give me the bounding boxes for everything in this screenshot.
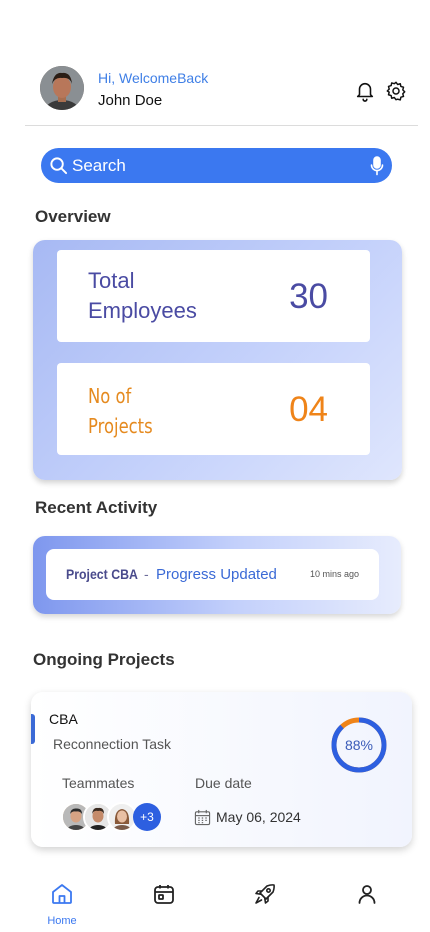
rocket-icon xyxy=(255,884,275,904)
ongoing-projects-title: Ongoing Projects xyxy=(33,650,175,669)
search-input[interactable] xyxy=(72,148,362,183)
header-divider xyxy=(25,125,418,126)
greeting: Hi, WelcomeBack xyxy=(98,70,209,86)
project-card[interactable]: CBA Reconnection Task 88% Teammates Due … xyxy=(31,692,412,847)
total-employees-label-line2: Employees xyxy=(88,298,197,323)
home-icon xyxy=(52,884,72,904)
teammates-label: Teammates xyxy=(62,775,135,791)
activity-time: 10 mins ago xyxy=(310,569,360,579)
recent-activity-title: Recent Activity xyxy=(35,498,158,517)
extra-teammates-badge[interactable]: +3 xyxy=(133,803,161,831)
search-bar[interactable] xyxy=(41,148,392,183)
projects-count-card[interactable]: No of Projects 04 xyxy=(57,363,370,455)
bell-icon[interactable] xyxy=(354,80,376,102)
search-icon xyxy=(50,157,68,175)
projects-count-label-line2: Projects xyxy=(88,414,153,438)
project-task: Reconnection Task xyxy=(53,736,172,752)
nav-label-home: Home xyxy=(47,915,77,927)
projects-count-value: 04 xyxy=(289,390,328,429)
total-employees-label-line1: Total xyxy=(88,268,135,293)
gear-icon[interactable] xyxy=(385,80,407,102)
microphone-icon[interactable] xyxy=(370,156,384,176)
overview-title: Overview xyxy=(35,207,111,226)
recent-activity-panel: Project CBA - Progress Updated 10 mins a… xyxy=(33,536,401,614)
activity-project: Project CBA xyxy=(66,566,138,582)
activity-item[interactable]: Project CBA - Progress Updated 10 mins a… xyxy=(46,549,379,600)
header: Hi, WelcomeBack John Doe xyxy=(40,66,410,110)
total-employees-card[interactable]: Total Employees 30 xyxy=(57,250,370,342)
activity-description: Progress Updated xyxy=(156,566,277,583)
calendar-icon xyxy=(154,885,174,904)
project-name: CBA xyxy=(49,711,78,727)
teammates-avatars[interactable]: +3 xyxy=(61,802,171,832)
bottom-nav: Home xyxy=(0,878,430,932)
due-date-label: Due date xyxy=(195,775,252,791)
projects-count-label-line1: No of xyxy=(88,384,132,408)
total-employees-value: 30 xyxy=(289,277,328,316)
user-name: John Doe xyxy=(98,92,163,109)
activity-separator: - xyxy=(144,566,149,582)
projects-count-label: No of Projects xyxy=(88,381,153,441)
progress-percent: 88% xyxy=(344,737,374,753)
nav-item-calendar[interactable] xyxy=(142,882,186,930)
due-date-value: May 06, 2024 xyxy=(216,809,301,825)
calendar-icon xyxy=(194,809,211,826)
nav-item-projects[interactable] xyxy=(243,882,287,930)
nav-item-home[interactable]: Home xyxy=(40,882,84,930)
project-accent-bar xyxy=(31,714,35,744)
overview-panel: Total Employees 30 No of Projects 04 xyxy=(33,240,402,480)
nav-item-profile[interactable] xyxy=(345,882,389,930)
profile-icon xyxy=(358,885,376,904)
avatar[interactable] xyxy=(40,66,84,110)
total-employees-label: Total Employees xyxy=(88,266,197,326)
